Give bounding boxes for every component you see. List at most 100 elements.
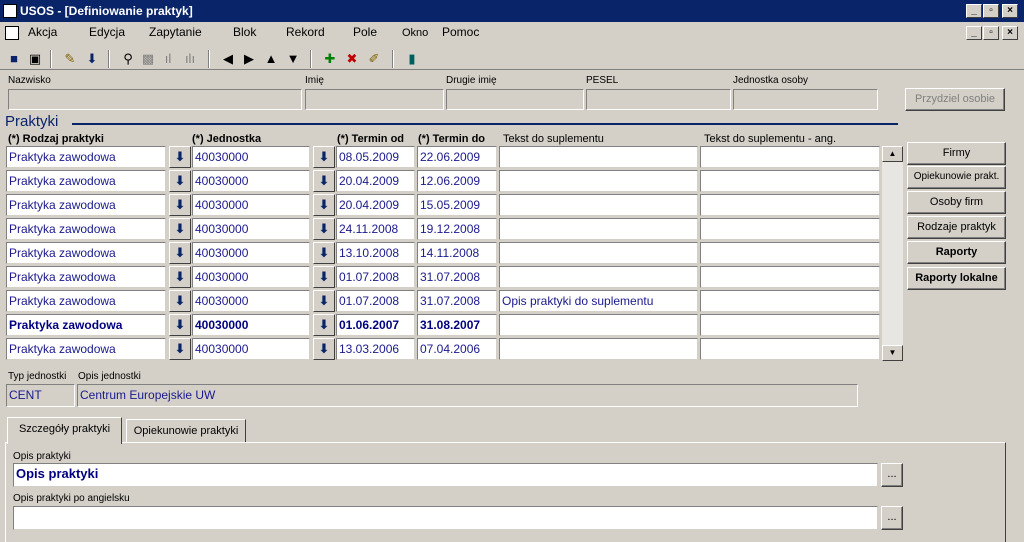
prev-block-icon[interactable]: ◀	[220, 51, 236, 67]
tekst-ang-cell[interactable]	[700, 194, 880, 216]
opis-praktyki-en-more-button[interactable]: ...	[881, 506, 903, 530]
tekst-ang-cell[interactable]	[700, 314, 880, 336]
jednostka-osoby-field[interactable]	[733, 89, 878, 110]
opis-praktyki-en-field[interactable]	[13, 506, 878, 530]
opis-praktyki-more-button[interactable]: ...	[881, 463, 903, 487]
termin-od-cell[interactable]: 20.04.2009	[336, 194, 415, 216]
rodzaj-lov-icon[interactable]: ⬇	[169, 194, 191, 216]
jednostka-lov-icon[interactable]: ⬇	[313, 218, 335, 240]
next-block-icon[interactable]: ▶	[241, 51, 257, 67]
termin-od-cell[interactable]: 01.07.2008	[336, 266, 415, 288]
rodzaj-lov-icon[interactable]: ⬇	[169, 290, 191, 312]
rodzaj-cell[interactable]: Praktyka zawodowa	[6, 266, 166, 288]
termin-do-cell[interactable]: 07.04.2006	[417, 338, 497, 360]
osoby-firm-button[interactable]: Osoby firm	[907, 191, 1006, 214]
next-record-icon[interactable]: ▼	[285, 51, 301, 67]
download-icon[interactable]: ⬇	[84, 51, 100, 67]
tekst-cell[interactable]	[499, 218, 698, 240]
jednostka-cell[interactable]: 40030000	[192, 290, 310, 312]
rodzaje-praktyk-button[interactable]: Rodzaje praktyk	[907, 216, 1006, 239]
imie-field[interactable]	[305, 89, 444, 110]
rodzaj-cell[interactable]: Praktyka zawodowa	[6, 170, 166, 192]
tekst-cell[interactable]	[499, 314, 698, 336]
jednostka-lov-icon[interactable]: ⬇	[313, 194, 335, 216]
mdi-restore-icon[interactable]: ▫	[983, 26, 999, 40]
delete-record-icon[interactable]: ✖	[344, 51, 360, 67]
termin-do-cell[interactable]: 22.06.2009	[417, 146, 497, 168]
tekst-cell[interactable]	[499, 146, 698, 168]
menu-blok[interactable]: Blok	[233, 25, 256, 39]
tekst-ang-cell[interactable]	[700, 266, 880, 288]
jednostka-lov-icon[interactable]: ⬇	[313, 170, 335, 192]
menu-zapytanie[interactable]: Zapytanie	[149, 25, 202, 39]
assign-person-button[interactable]: Przydziel osobie	[905, 88, 1005, 111]
termin-do-cell[interactable]: 15.05.2009	[417, 194, 497, 216]
menu-edycja[interactable]: Edycja	[89, 25, 125, 39]
restore-icon[interactable]: ▫	[983, 4, 999, 18]
jednostka-cell[interactable]: 40030000	[192, 146, 310, 168]
tekst-ang-cell[interactable]	[700, 218, 880, 240]
minimize-icon[interactable]: _	[966, 4, 982, 18]
opis-praktyki-field[interactable]: Opis praktyki	[13, 463, 878, 487]
tekst-ang-cell[interactable]	[700, 338, 880, 360]
tekst-ang-cell[interactable]	[700, 146, 880, 168]
clear-record-icon[interactable]: ✐	[366, 51, 382, 67]
save-icon[interactable]: ■	[6, 51, 22, 67]
jednostka-cell[interactable]: 40030000	[192, 218, 310, 240]
jednostka-lov-icon[interactable]: ⬇	[313, 338, 335, 360]
menu-okno[interactable]: Okno	[402, 27, 428, 39]
opiekunowie-button[interactable]: Opiekunowie prakt.	[907, 166, 1006, 189]
tekst-cell[interactable]	[499, 266, 698, 288]
menu-rekord[interactable]: Rekord	[286, 25, 325, 39]
raporty-lokalne-button[interactable]: Raporty lokalne	[907, 267, 1006, 290]
tekst-cell[interactable]	[499, 242, 698, 264]
termin-od-cell[interactable]: 24.11.2008	[336, 218, 415, 240]
rodzaj-lov-icon[interactable]: ⬇	[169, 170, 191, 192]
jednostka-cell[interactable]: 40030000	[192, 314, 310, 336]
mdi-minimize-icon[interactable]: _	[966, 26, 982, 40]
tekst-cell[interactable]	[499, 338, 698, 360]
scroll-up-icon[interactable]: ▲	[882, 146, 903, 162]
close-icon[interactable]: ×	[1002, 4, 1018, 18]
tekst-cell[interactable]	[499, 194, 698, 216]
jednostka-lov-icon[interactable]: ⬇	[313, 266, 335, 288]
termin-do-cell[interactable]: 31.07.2008	[417, 290, 497, 312]
tekst-cell[interactable]	[499, 170, 698, 192]
drugie-imie-field[interactable]	[446, 89, 584, 110]
termin-od-cell[interactable]: 01.06.2007	[336, 314, 415, 336]
execute-query-icon[interactable]: ▩	[140, 51, 156, 67]
termin-do-cell[interactable]: 19.12.2008	[417, 218, 497, 240]
rodzaj-cell[interactable]: Praktyka zawodowa	[6, 338, 166, 360]
rodzaj-lov-icon[interactable]: ⬇	[169, 266, 191, 288]
jednostka-lov-icon[interactable]: ⬇	[313, 242, 335, 264]
termin-od-cell[interactable]: 13.10.2008	[336, 242, 415, 264]
termin-do-cell[interactable]: 31.08.2007	[417, 314, 497, 336]
jednostka-cell[interactable]: 40030000	[192, 194, 310, 216]
rodzaj-lov-icon[interactable]: ⬇	[169, 242, 191, 264]
rodzaj-cell[interactable]: Praktyka zawodowa	[6, 146, 166, 168]
jednostka-cell[interactable]: 40030000	[192, 242, 310, 264]
rodzaj-lov-icon[interactable]: ⬇	[169, 338, 191, 360]
rodzaj-lov-icon[interactable]: ⬇	[169, 218, 191, 240]
rodzaj-lov-icon[interactable]: ⬇	[169, 314, 191, 336]
tekst-cell[interactable]: Opis praktyki do suplementu	[499, 290, 698, 312]
tekst-ang-cell[interactable]	[700, 170, 880, 192]
rodzaj-cell[interactable]: Praktyka zawodowa	[6, 314, 166, 336]
edit-icon[interactable]: ✎	[62, 51, 78, 67]
jednostka-cell[interactable]: 40030000	[192, 170, 310, 192]
pesel-field[interactable]	[586, 89, 731, 110]
jednostka-lov-icon[interactable]: ⬇	[313, 314, 335, 336]
tab-szczegoly[interactable]: Szczegóły praktyki	[7, 417, 122, 444]
rodzaj-cell[interactable]: Praktyka zawodowa	[6, 218, 166, 240]
enter-query-icon[interactable]: ⚲	[120, 51, 136, 67]
tekst-ang-cell[interactable]	[700, 242, 880, 264]
jednostka-cell[interactable]: 40030000	[192, 338, 310, 360]
mdi-close-icon[interactable]: ×	[1002, 26, 1018, 40]
rodzaj-lov-icon[interactable]: ⬇	[169, 146, 191, 168]
exit-icon[interactable]: ▣	[27, 51, 43, 67]
termin-od-cell[interactable]: 08.05.2009	[336, 146, 415, 168]
menu-pomoc[interactable]: Pomoc	[442, 25, 479, 39]
rodzaj-cell[interactable]: Praktyka zawodowa	[6, 290, 166, 312]
cancel-query-icon[interactable]: ılı	[182, 51, 198, 67]
tab-opiekunowie[interactable]: Opiekunowie praktyki	[126, 419, 246, 443]
